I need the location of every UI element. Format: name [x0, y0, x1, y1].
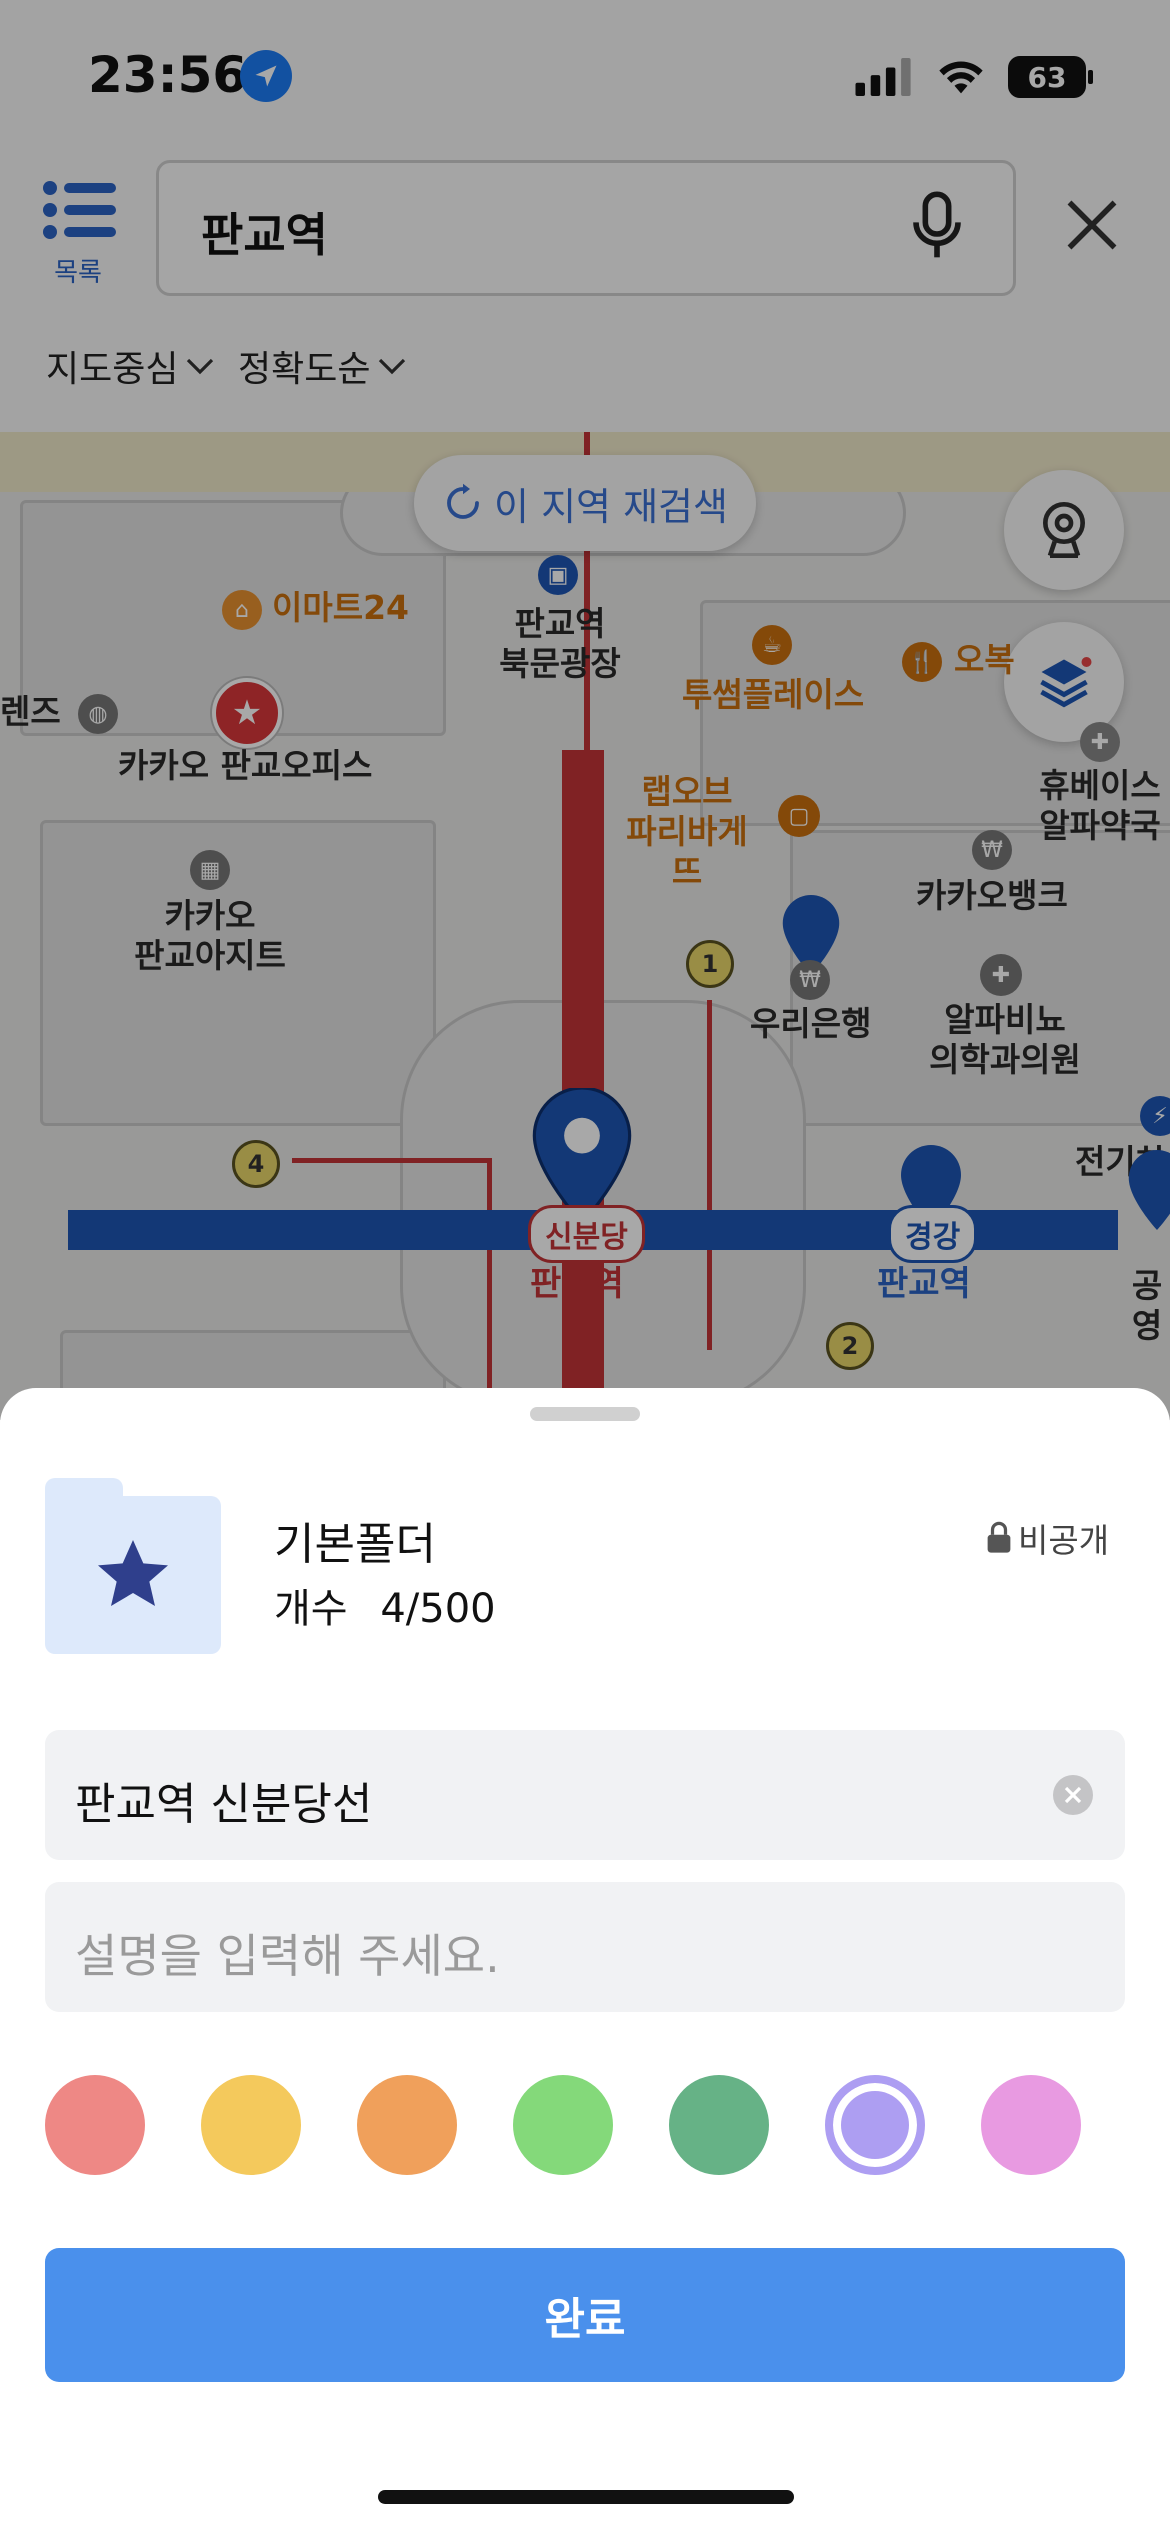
clear-input-icon[interactable]: [1053, 1775, 1093, 1815]
color-option-purple-selected[interactable]: [825, 2075, 925, 2175]
title-field[interactable]: 판교역 신분당선: [45, 1730, 1125, 1860]
title-input[interactable]: 판교역 신분당선: [75, 1768, 372, 1832]
color-option-orange[interactable]: [357, 2075, 457, 2175]
confirm-label: 완료: [544, 2294, 626, 2345]
folder-count: 개수 4/500: [274, 1576, 496, 1634]
color-option-red[interactable]: [45, 2075, 145, 2175]
color-option-pink[interactable]: [981, 2075, 1081, 2175]
folder-name: 기본폴더: [274, 1519, 436, 1570]
modal-scrim[interactable]: [0, 0, 1170, 1420]
folder-icon[interactable]: [45, 1478, 221, 1654]
privacy-status[interactable]: 비공개: [986, 1514, 1109, 1562]
color-option-yellow[interactable]: [201, 2075, 301, 2175]
folder-count-label: 개수: [274, 1586, 348, 1632]
home-indicator[interactable]: [378, 2490, 794, 2504]
description-placeholder[interactable]: 설명을 입력해 주세요.: [75, 1920, 500, 1986]
color-option-green[interactable]: [669, 2075, 769, 2175]
lock-icon: [987, 1521, 1011, 1553]
description-field[interactable]: 설명을 입력해 주세요.: [45, 1882, 1125, 2012]
confirm-button[interactable]: 완료: [45, 2248, 1125, 2382]
folder-count-value: 4/500: [380, 1586, 496, 1632]
star-icon: [98, 1540, 168, 1606]
color-option-light-green[interactable]: [513, 2075, 613, 2175]
sheet-handle[interactable]: [530, 1407, 640, 1421]
privacy-label: 비공개: [1018, 1521, 1110, 1560]
